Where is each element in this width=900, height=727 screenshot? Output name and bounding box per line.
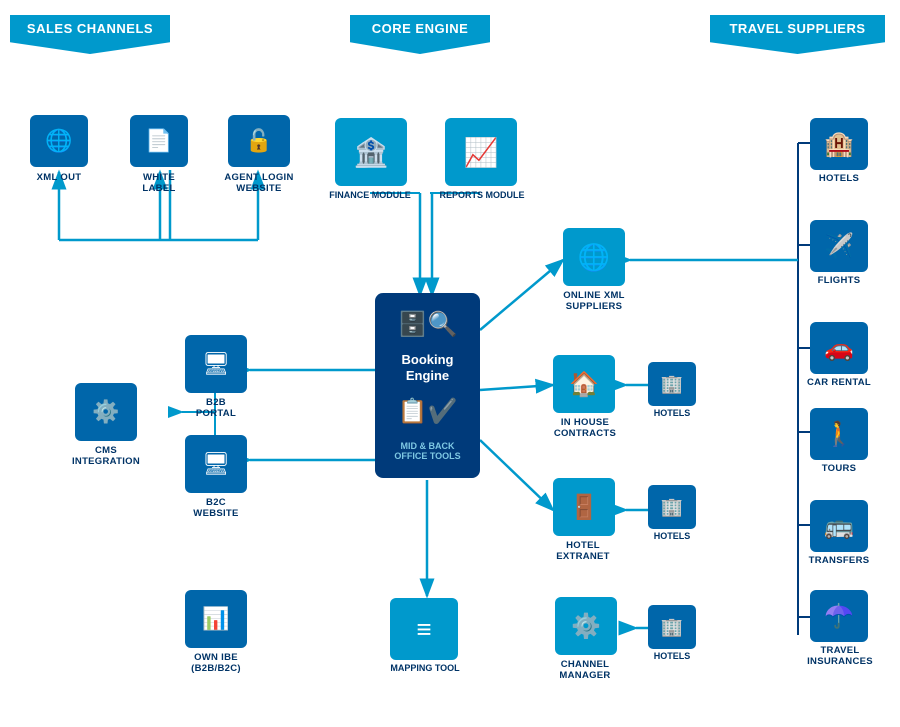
reports-module-box: 📈 <box>445 118 517 186</box>
white-label-label: WHITE LABEL <box>130 172 188 195</box>
reports-icon: 📈 <box>464 136 499 169</box>
in-house-icon: 🏠 <box>569 370 599 399</box>
hotels-icon: 🏨 <box>824 130 854 159</box>
flights-label: FLIGHTS <box>810 275 868 286</box>
tours-label: TOURS <box>810 463 868 474</box>
hotels-supplier-box: 🏨 <box>810 118 868 170</box>
core-engine-banner: CORE ENGINE <box>350 15 490 54</box>
travel-suppliers-banner: TRAVEL SUPPLIERS <box>710 15 885 54</box>
b2b-portal-box: 🖥 <box>185 335 247 393</box>
flights-supplier-box: ✈️ <box>810 220 868 272</box>
sales-channels-banner: SALES CHANNELS <box>10 15 170 54</box>
booking-engine-title: Booking Engine <box>383 352 472 383</box>
own-ibe-label: OWN IBE(B2B/B2C) <box>175 652 257 675</box>
agent-login-icon: 🔓 <box>245 130 272 152</box>
transfers-icon: 🚌 <box>824 512 854 541</box>
agent-login-box: 🔓 <box>228 115 290 167</box>
transfers-supplier-box: 🚌 <box>810 500 868 552</box>
booking-engine-checklist-icon: 📋✔️ <box>398 397 458 426</box>
b2c-website-icon: 🖥 <box>202 453 230 475</box>
channel-manager-icon: ⚙️ <box>571 612 601 641</box>
cms-label: CMSINTEGRATION <box>65 445 147 468</box>
reports-module-label: REPORTS MODULE <box>430 190 534 200</box>
b2c-website-label: B2C WEBSITE <box>185 497 247 520</box>
xml-out-icon: 🌐 <box>45 130 72 152</box>
car-rental-icon: 🚗 <box>824 334 854 363</box>
hotel-box-3-label: HOTELS <box>648 651 696 661</box>
hotel-box-1-icon: 🏢 <box>661 374 683 395</box>
tours-icon: 🚶 <box>824 420 854 449</box>
booking-engine-box: 🗄️🔍 Booking Engine 📋✔️ MID & BACK OFFICE… <box>375 293 480 478</box>
flights-icon: ✈️ <box>824 232 854 261</box>
online-xml-label: ONLINE XMLSUPPLIERS <box>548 290 640 313</box>
hotel-box-3: 🏢 <box>648 605 696 649</box>
hotel-extranet-box: 🚪 <box>553 478 615 536</box>
hotel-box-2-icon: 🏢 <box>661 497 683 518</box>
travel-insurances-label: TRAVELINSURANCES <box>800 645 880 667</box>
b2c-website-box: 🖥 <box>185 435 247 493</box>
online-xml-icon: 🌐 <box>578 242 610 273</box>
finance-module-box: 🏦 <box>335 118 407 186</box>
travel-insurances-icon: ☂️ <box>824 602 854 631</box>
agent-login-label: AGENT LOGINWEBSITE <box>218 172 300 195</box>
hotel-extranet-icon: 🚪 <box>569 493 599 522</box>
mapping-icon: ≡ <box>416 614 431 645</box>
b2b-portal-label: B2B PORTAL <box>185 397 247 420</box>
xml-out-label: XML OUT <box>30 172 88 183</box>
transfers-label: TRANSFERS <box>800 555 878 566</box>
xml-out-box: 🌐 <box>30 115 88 167</box>
own-ibe-icon: 📊 <box>202 608 229 630</box>
in-house-contracts-box: 🏠 <box>553 355 615 413</box>
white-label-icon: 📄 <box>145 130 172 152</box>
hotel-box-1: 🏢 <box>648 362 696 406</box>
finance-module-label: FINANCE MODULE <box>320 190 420 200</box>
own-ibe-box: 📊 <box>185 590 247 648</box>
hotel-box-2-label: HOTELS <box>648 531 696 541</box>
hotel-box-2: 🏢 <box>648 485 696 529</box>
hotel-box-3-icon: 🏢 <box>661 617 683 638</box>
tours-supplier-box: 🚶 <box>810 408 868 460</box>
hotels-label: HOTELS <box>810 173 868 184</box>
car-rental-supplier-box: 🚗 <box>810 322 868 374</box>
booking-engine-db-icon: 🗄️🔍 <box>398 310 458 339</box>
channel-manager-box: ⚙️ <box>555 597 617 655</box>
hotel-box-1-label: HOTELS <box>648 408 696 418</box>
mapping-tool-label: MAPPING TOOL <box>375 663 475 673</box>
cms-icon: ⚙️ <box>92 401 119 423</box>
in-house-label: IN HOUSECONTRACTS <box>540 417 630 440</box>
online-xml-box: 🌐 <box>563 228 625 286</box>
mapping-tool-box: ≡ <box>390 598 458 660</box>
channel-manager-label: CHANNELMANAGER <box>545 659 625 682</box>
cms-integration-box: ⚙️ <box>75 383 137 441</box>
white-label-box: 📄 <box>130 115 188 167</box>
diagram: SALES CHANNELS CORE ENGINE TRAVEL SUPPLI… <box>0 0 900 727</box>
finance-icon: 🏦 <box>354 136 389 169</box>
mid-back-label: MID & BACK OFFICE TOOLS <box>383 441 472 461</box>
travel-insurances-supplier-box: ☂️ <box>810 590 868 642</box>
hotel-extranet-label: HOTELEXTRANET <box>543 540 623 563</box>
car-rental-label: CAR RENTAL <box>800 377 878 388</box>
b2b-portal-icon: 🖥 <box>202 353 230 375</box>
